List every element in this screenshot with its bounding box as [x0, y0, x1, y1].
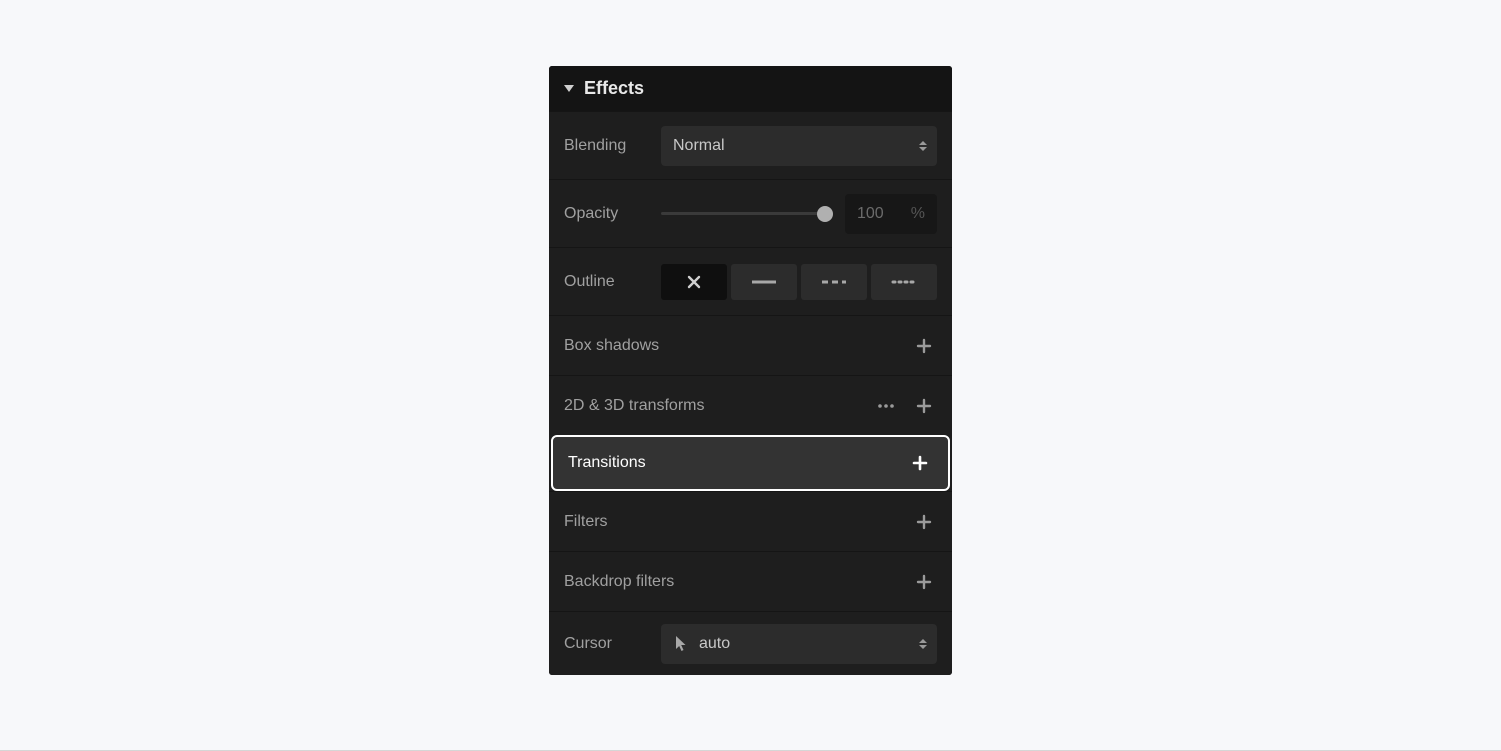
- label-blending: Blending: [564, 137, 649, 155]
- opacity-value: 100: [857, 205, 884, 223]
- row-transitions[interactable]: Transitions: [551, 435, 950, 491]
- select-chevrons-icon: [919, 141, 927, 151]
- blending-value: Normal: [673, 137, 725, 155]
- label-filters: Filters: [564, 513, 899, 531]
- outline-dashed-button[interactable]: [801, 264, 867, 300]
- add-filter-button[interactable]: [911, 509, 937, 535]
- outline-solid-button[interactable]: [731, 264, 797, 300]
- outline-none-button[interactable]: [661, 264, 727, 300]
- line-dashed-icon: [820, 274, 848, 290]
- line-solid-icon: [750, 274, 778, 290]
- opacity-unit: %: [911, 205, 925, 223]
- row-transforms[interactable]: 2D & 3D transforms: [549, 375, 952, 435]
- label-backdrop-filters: Backdrop filters: [564, 573, 899, 591]
- blending-select[interactable]: Normal: [661, 126, 937, 166]
- add-transform-button[interactable]: [911, 393, 937, 419]
- effects-panel: Effects Blending Normal Opacity 100 % Ou…: [549, 66, 952, 675]
- row-opacity: Opacity 100 %: [549, 179, 952, 247]
- line-dotted-icon: [890, 274, 918, 290]
- row-outline: Outline: [549, 247, 952, 315]
- plus-icon: [916, 338, 932, 354]
- label-outline: Outline: [564, 273, 649, 291]
- label-opacity: Opacity: [564, 205, 649, 223]
- transforms-more-button[interactable]: [873, 393, 899, 419]
- add-box-shadow-button[interactable]: [911, 333, 937, 359]
- add-transition-button[interactable]: [907, 450, 933, 476]
- row-blending: Blending Normal: [549, 111, 952, 179]
- plus-icon: [916, 398, 932, 414]
- label-box-shadows: Box shadows: [564, 337, 899, 355]
- x-icon: [686, 274, 702, 290]
- label-transitions: Transitions: [568, 454, 895, 472]
- row-filters[interactable]: Filters: [549, 491, 952, 551]
- row-cursor: Cursor auto: [549, 611, 952, 675]
- row-backdrop-filters[interactable]: Backdrop filters: [549, 551, 952, 611]
- outline-dotted-button[interactable]: [871, 264, 937, 300]
- plus-icon: [916, 574, 932, 590]
- opacity-input[interactable]: 100 %: [845, 194, 937, 234]
- label-cursor: Cursor: [564, 635, 649, 653]
- outline-style-group: [661, 264, 937, 300]
- slider-track: [661, 212, 833, 215]
- plus-icon: [916, 514, 932, 530]
- add-backdrop-filter-button[interactable]: [911, 569, 937, 595]
- ellipsis-icon: [877, 398, 895, 414]
- opacity-slider[interactable]: [661, 204, 833, 224]
- row-box-shadows[interactable]: Box shadows: [549, 315, 952, 375]
- cursor-arrow-icon: [673, 635, 689, 653]
- select-chevrons-icon: [919, 639, 927, 649]
- section-title: Effects: [584, 78, 644, 99]
- slider-thumb[interactable]: [817, 206, 833, 222]
- section-header-effects[interactable]: Effects: [549, 66, 952, 111]
- cursor-value: auto: [699, 635, 730, 653]
- plus-icon: [912, 455, 928, 471]
- label-transforms: 2D & 3D transforms: [564, 397, 861, 415]
- caret-down-icon: [564, 85, 574, 92]
- cursor-select[interactable]: auto: [661, 624, 937, 664]
